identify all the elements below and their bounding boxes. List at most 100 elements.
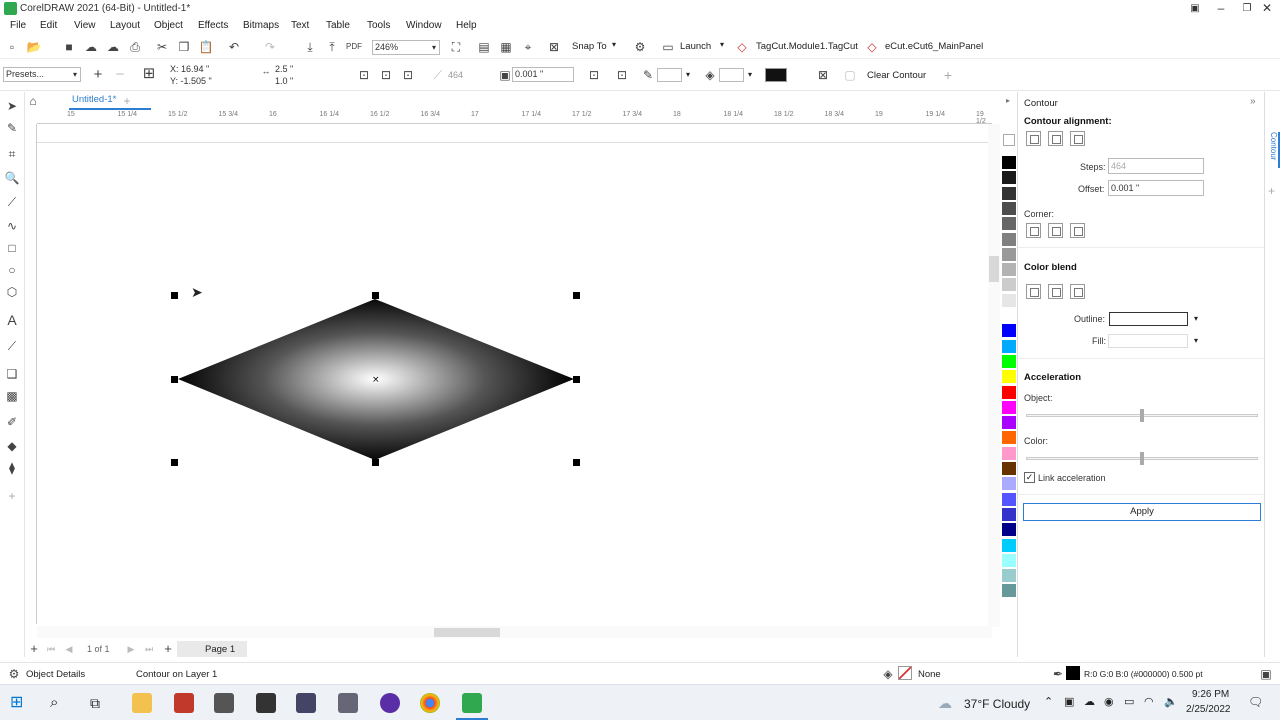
selection-handle[interactable]: [171, 292, 178, 299]
snap-to-button[interactable]: Snap To: [572, 41, 607, 52]
tray-icon-3[interactable]: ◉: [1104, 695, 1114, 708]
add-docker-icon[interactable]: +: [1268, 184, 1275, 198]
palette-swatch[interactable]: [1002, 156, 1016, 170]
to-center-icon[interactable]: ⊡: [356, 67, 372, 83]
offset-input[interactable]: 0.001 ": [1108, 180, 1204, 196]
next-page-icon[interactable]: ▶: [123, 641, 139, 657]
palette-swatch[interactable]: [1002, 247, 1016, 262]
volume-icon[interactable]: 🔈: [1164, 695, 1178, 708]
palette-swatch[interactable]: [1002, 462, 1016, 476]
app-icon-dark[interactable]: [256, 693, 276, 713]
palette-swatch[interactable]: [1002, 446, 1016, 461]
palette-swatch[interactable]: [1002, 263, 1016, 278]
clock-time[interactable]: 9:26 PM: [1192, 689, 1229, 700]
menu-view[interactable]: View: [74, 20, 96, 31]
full-screen-icon[interactable]: ⛶: [448, 39, 464, 55]
previous-page-icon[interactable]: ◀: [61, 641, 77, 657]
parallel-dimension-icon[interactable]: ⟋: [4, 338, 20, 354]
drop-shadow-icon[interactable]: ❑: [4, 366, 20, 382]
inside-contour-icon[interactable]: ⊡: [378, 67, 394, 83]
drawing-canvas[interactable]: × ➤: [37, 124, 988, 624]
palette-swatch[interactable]: [1002, 431, 1016, 446]
cloud-download-icon[interactable]: ☁: [83, 39, 99, 55]
color-proof-icon[interactable]: ▣: [1258, 666, 1274, 682]
selection-handle[interactable]: [573, 292, 580, 299]
eyedropper-icon[interactable]: ✐: [4, 414, 20, 430]
outline-color-picker[interactable]: [1109, 312, 1188, 326]
link-acceleration-checkbox[interactable]: ✓: [1024, 472, 1035, 483]
app-badge-icon[interactable]: ▣: [1182, 0, 1208, 18]
menu-table[interactable]: Table: [326, 20, 350, 31]
menu-effects[interactable]: Effects: [198, 20, 228, 31]
ellipse-tool-icon[interactable]: ○: [4, 262, 20, 278]
selection-handle[interactable]: [171, 376, 178, 383]
mitered-corner-button[interactable]: [1026, 223, 1041, 238]
object-origin-icon[interactable]: ⊞: [141, 66, 157, 82]
pick-tool-icon[interactable]: ➤: [4, 98, 20, 114]
y-position-field[interactable]: Y: -1.505 ": [168, 76, 248, 88]
menu-layout[interactable]: Layout: [110, 20, 140, 31]
palette-swatch[interactable]: [1002, 370, 1016, 385]
freehand-tool-icon[interactable]: ⟋: [4, 194, 20, 210]
palette-swatch[interactable]: [1002, 400, 1016, 415]
offset-field[interactable]: 0.001 ": [512, 67, 574, 82]
palette-swatch[interactable]: [1002, 309, 1016, 323]
open-icon[interactable]: 📂: [26, 39, 42, 55]
palette-swatch[interactable]: [1002, 354, 1016, 369]
selection-handle[interactable]: [372, 459, 379, 466]
contour-corners-icon[interactable]: ⊡: [586, 67, 602, 83]
add-icon[interactable]: +: [940, 67, 956, 83]
show-grid-icon[interactable]: ▦: [498, 39, 514, 55]
battery-icon[interactable]: ▭: [1124, 695, 1134, 708]
width-field[interactable]: 2.5 ": [273, 64, 343, 76]
presets-dropdown[interactable]: Presets... ▾: [3, 67, 81, 82]
palette-swatch[interactable]: [1002, 293, 1016, 308]
palette-swatch[interactable]: [1002, 553, 1016, 568]
counterclockwise-blend-button[interactable]: [1070, 284, 1085, 299]
windows-start-icon[interactable]: ⊞: [10, 693, 30, 713]
chevron-down-icon[interactable]: ▾: [686, 70, 690, 79]
palette-swatch[interactable]: [1002, 385, 1016, 400]
clear-contour-button[interactable]: Clear Contour: [867, 70, 926, 81]
steps-field[interactable]: 464: [446, 70, 486, 82]
menu-bitmaps[interactable]: Bitmaps: [243, 20, 279, 31]
palette-swatch[interactable]: [1002, 569, 1016, 584]
contour-docker-tab[interactable]: Contour: [1266, 132, 1280, 168]
export-icon[interactable]: ⤒: [324, 39, 340, 55]
search-icon[interactable]: ⌕: [50, 693, 70, 713]
palette-swatch[interactable]: [1002, 492, 1016, 507]
menu-tools[interactable]: Tools: [367, 20, 390, 31]
chrome-icon[interactable]: [420, 693, 440, 713]
horizontal-scrollbar[interactable]: [37, 626, 992, 638]
text-tool-icon[interactable]: A: [4, 312, 20, 328]
chevron-down-icon[interactable]: ▾: [1194, 314, 1198, 323]
polygon-tool-icon[interactable]: ⬡: [4, 284, 20, 300]
palette-swatch[interactable]: [1002, 339, 1016, 354]
palette-swatch[interactable]: [1002, 232, 1016, 247]
app-icon-gem[interactable]: [338, 693, 358, 713]
palette-swatch[interactable]: [1002, 477, 1016, 492]
page-1-tab[interactable]: Page 1: [177, 641, 247, 657]
redo-icon[interactable]: ↷: [262, 39, 278, 55]
palette-swatch[interactable]: [1002, 584, 1016, 599]
artistic-media-icon[interactable]: ∿: [4, 218, 20, 234]
options-gear-icon[interactable]: ⚙: [632, 39, 648, 55]
add-preset-icon[interactable]: +: [90, 67, 106, 83]
interactive-fill-icon[interactable]: ◆: [4, 438, 20, 454]
home-icon[interactable]: ⌂: [25, 93, 41, 109]
vertical-scrollbar[interactable]: [988, 124, 1000, 627]
remove-preset-icon[interactable]: −: [112, 67, 128, 83]
undo-icon[interactable]: ↶: [226, 39, 242, 55]
menu-window[interactable]: Window: [406, 20, 442, 31]
palette-swatch[interactable]: [1002, 171, 1016, 186]
menu-edit[interactable]: Edit: [40, 20, 57, 31]
clockwise-blend-button[interactable]: [1048, 284, 1063, 299]
fill-color-picker[interactable]: [1108, 334, 1188, 348]
outline-color-swatch[interactable]: [657, 68, 682, 82]
color-acceleration-thumb[interactable]: [1140, 452, 1144, 465]
final-fill-color-swatch[interactable]: [765, 68, 787, 82]
palette-swatch[interactable]: [1002, 201, 1016, 216]
to-center-button[interactable]: [1026, 131, 1041, 146]
vertical-scroll-thumb[interactable]: [989, 256, 999, 282]
object-acceleration-thumb[interactable]: [1140, 409, 1144, 422]
